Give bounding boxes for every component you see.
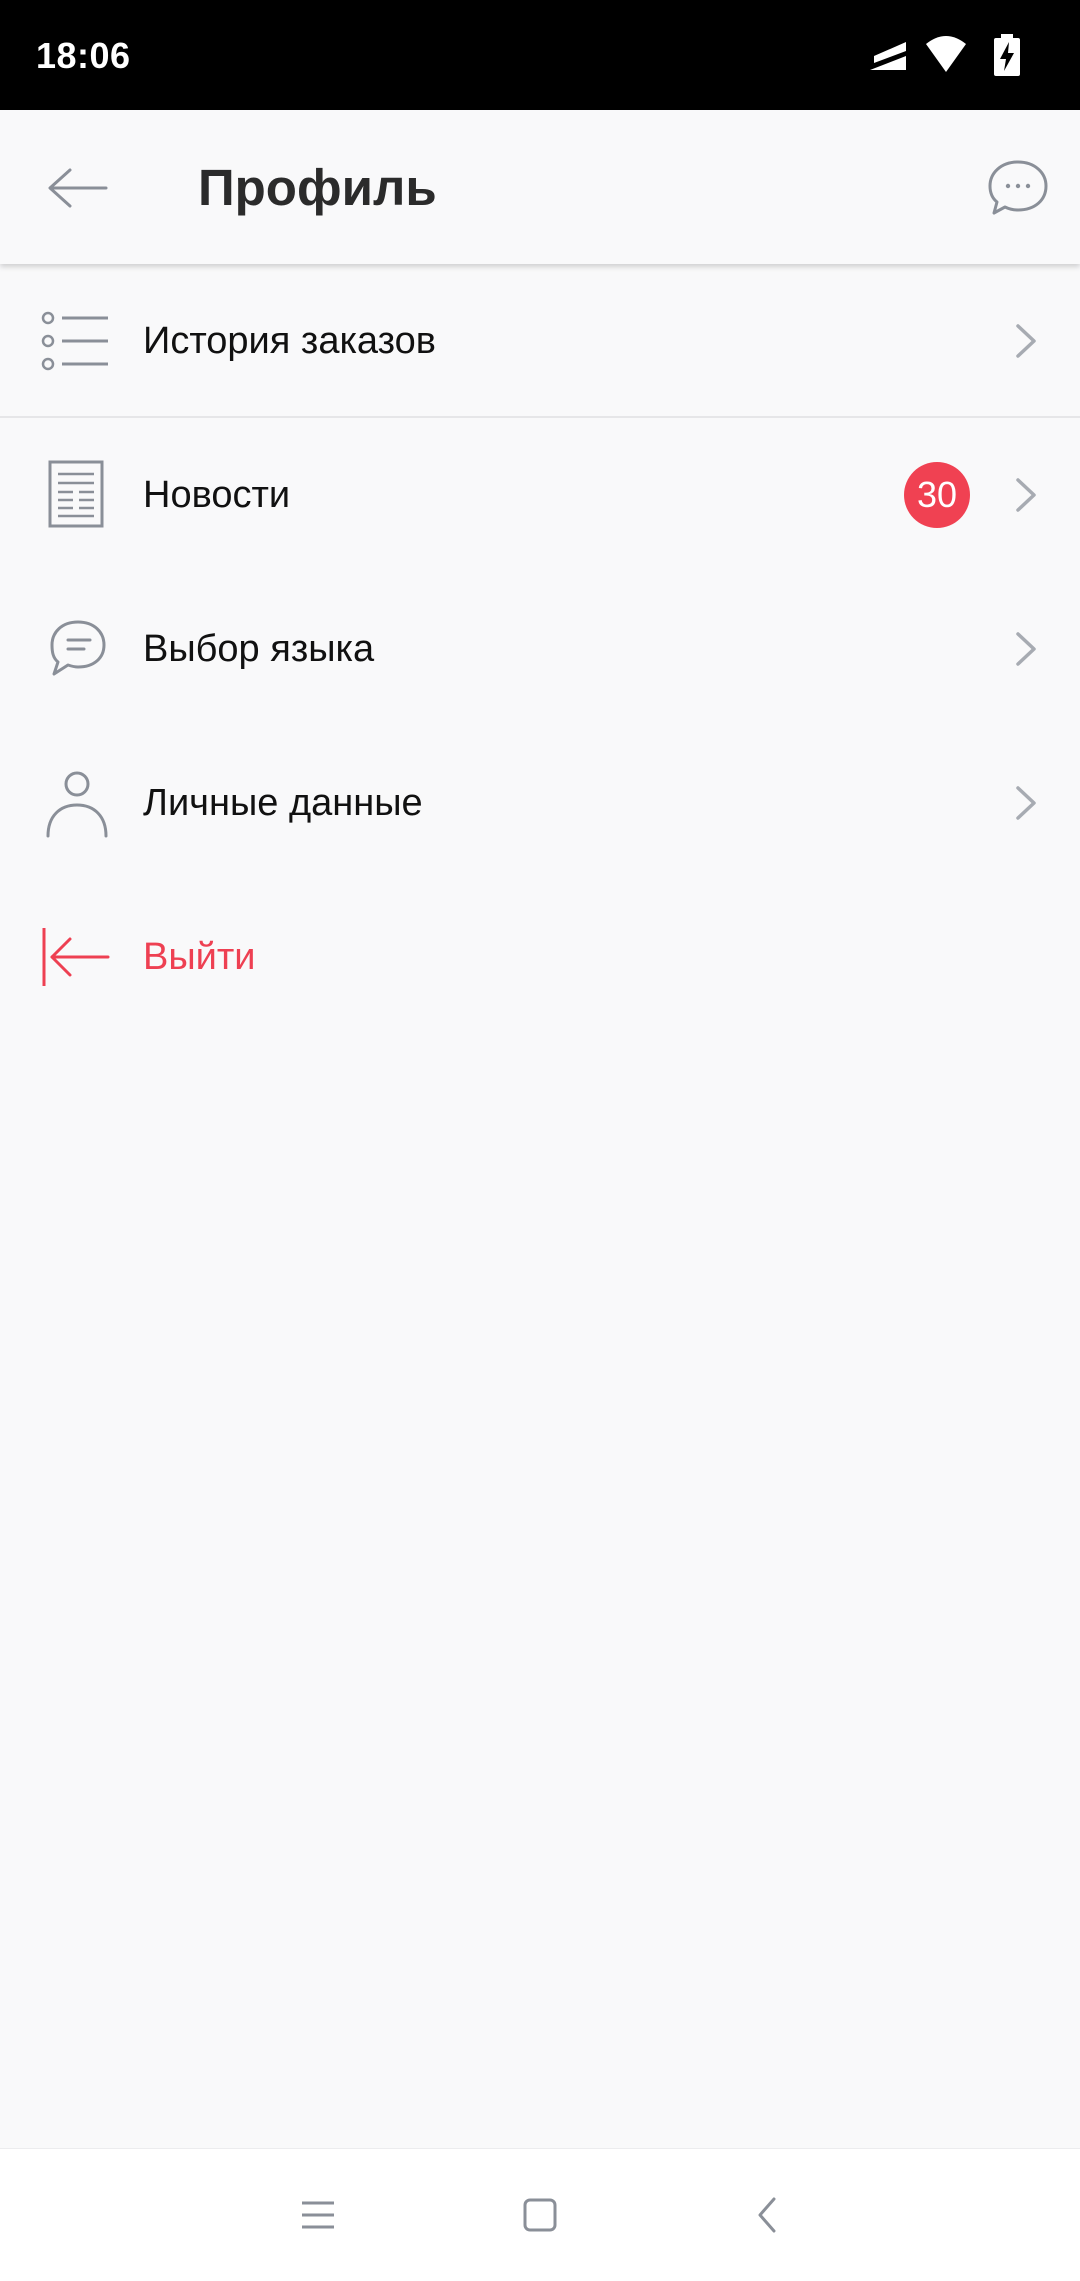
menu-item-news[interactable]: Новости 30 [0, 418, 1080, 572]
app-bar: Профиль [0, 110, 1080, 264]
home-square-icon [523, 2198, 557, 2232]
logout-button[interactable]: Выйти [0, 880, 1080, 1034]
arrow-left-icon [48, 168, 108, 208]
menu-item-language[interactable]: Выбор языка [0, 572, 1080, 726]
back-chevron-icon [758, 2197, 776, 2233]
chevron-right-icon [1016, 632, 1036, 666]
chat-button[interactable] [980, 150, 1056, 226]
home-button[interactable] [510, 2185, 570, 2245]
logout-label: Выйти [143, 936, 256, 978]
menu-label-news: Новости [143, 474, 291, 516]
speech-bubble-icon [50, 620, 106, 676]
profile-menu: История заказов Новости 30 Выбор языка Л… [0, 264, 1080, 1034]
chevron-right-icon [1016, 786, 1036, 820]
newspaper-icon [48, 460, 104, 528]
person-icon [46, 771, 108, 838]
status-icons [868, 34, 1028, 80]
chat-bubble-icon [988, 160, 1048, 215]
recent-apps-button[interactable] [288, 2185, 348, 2245]
status-time: 18:06 [36, 35, 131, 76]
chevron-right-icon [1016, 324, 1036, 358]
news-count-badge: 30 [904, 462, 970, 528]
chevron-right-icon [1016, 478, 1036, 512]
menu-item-order-history[interactable]: История заказов [0, 264, 1080, 418]
page-title: Профиль [198, 159, 437, 216]
battery-charging-icon [994, 34, 1020, 76]
wifi-icon [926, 36, 966, 72]
system-nav-bar [0, 2148, 1080, 2281]
signal-icon [870, 42, 906, 70]
list-icon [41, 311, 108, 371]
menu-label-order-history: История заказов [143, 320, 436, 362]
menu-item-personal-data[interactable]: Личные данные [0, 726, 1080, 880]
menu-label-personal-data: Личные данные [143, 782, 423, 824]
back-button[interactable] [30, 148, 126, 228]
menu-icon [302, 2201, 334, 2229]
status-bar: 18:06 [0, 0, 1080, 110]
menu-label-language: Выбор языка [143, 628, 375, 670]
system-back-button[interactable] [738, 2185, 798, 2245]
logout-icon [42, 928, 110, 986]
